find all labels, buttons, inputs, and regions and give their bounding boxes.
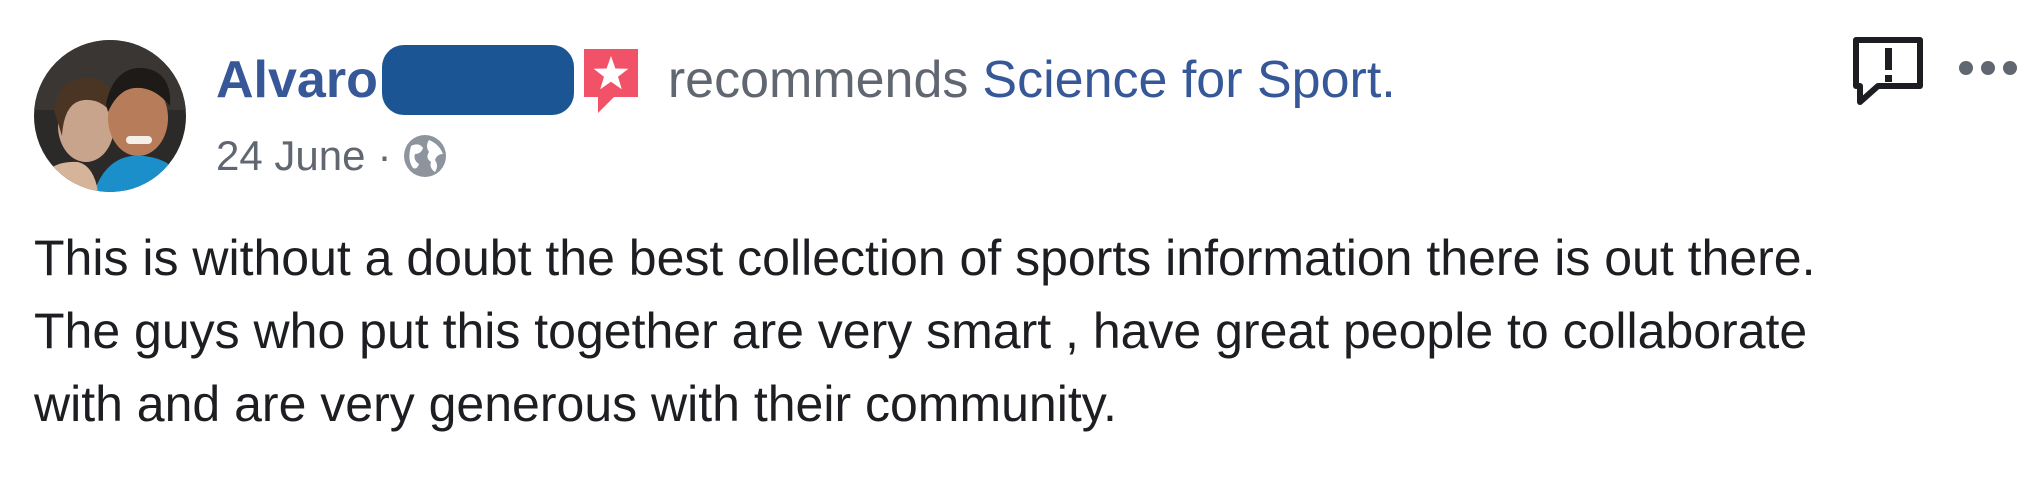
report-button[interactable] (1850, 34, 1926, 108)
redacted-surname-block (381, 45, 574, 115)
more-options-icon (1959, 61, 2017, 75)
review-text: This is without a doubt the best collect… (34, 222, 1994, 441)
report-icon (1853, 37, 1923, 105)
author-name-link[interactable]: Alvaro (216, 50, 378, 110)
review-line: This is without a doubt the best collect… (34, 230, 1816, 286)
review-line: with and are very generous with their co… (34, 376, 1117, 432)
review-post: Alvaro recommends Science for Sport. 24 … (0, 0, 2034, 486)
post-header: Alvaro recommends Science for Sport. (216, 44, 1396, 116)
post-meta: 24 June · (216, 128, 449, 184)
review-line: The guys who put this together are very … (34, 303, 1808, 359)
avatar-photo (34, 40, 186, 192)
more-options-button[interactable] (1956, 54, 2020, 82)
recommendation-star-icon (583, 49, 638, 113)
recommends-text: recommends (667, 51, 969, 109)
meta-separator: · (377, 132, 392, 179)
page-name-link[interactable]: Science for Sport (982, 50, 1381, 110)
author-avatar[interactable] (34, 40, 186, 192)
header-period: . (1381, 51, 1396, 109)
post-date-link[interactable]: 24 June (216, 132, 365, 180)
globe-icon[interactable] (401, 132, 449, 180)
